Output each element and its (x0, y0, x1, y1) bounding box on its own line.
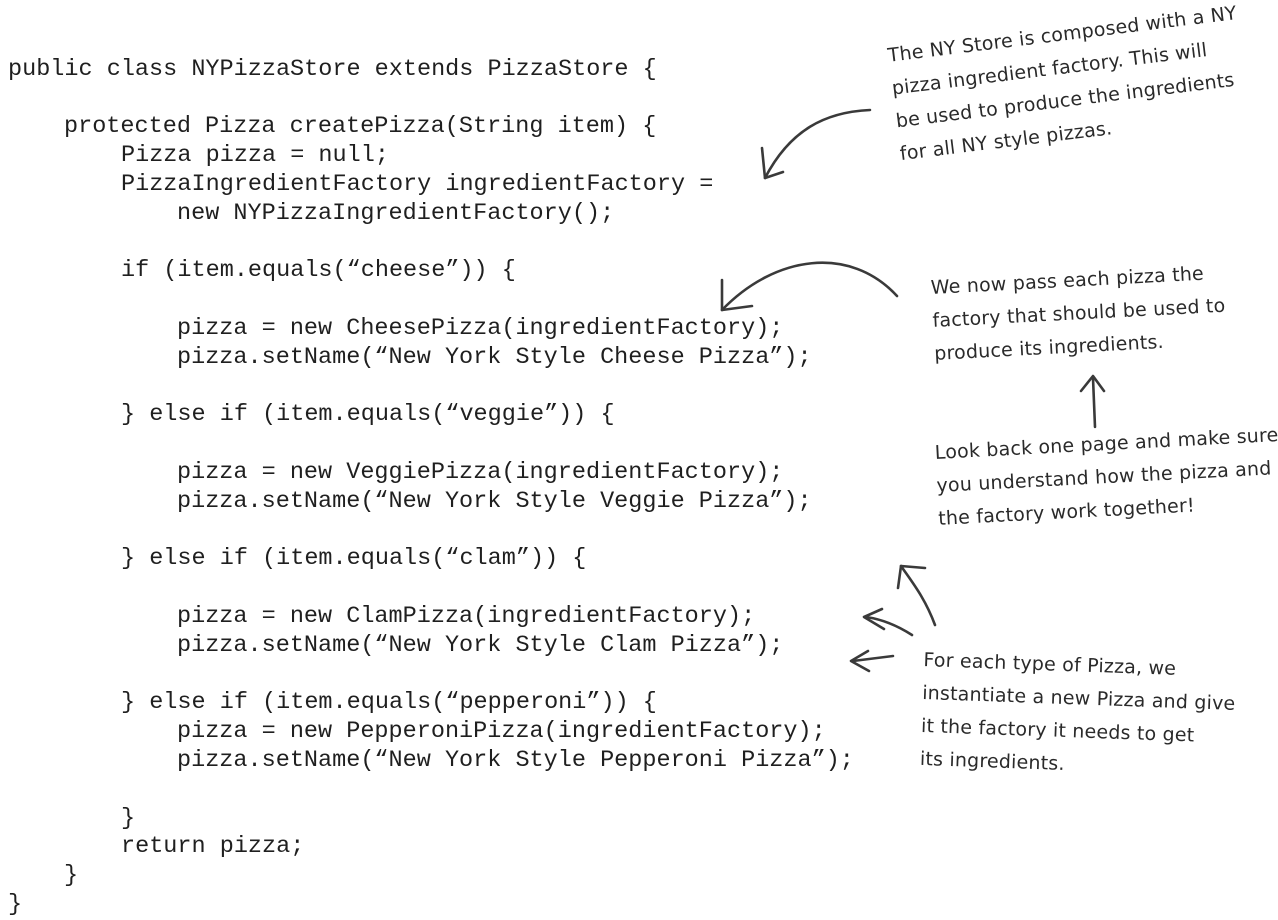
each-type-arrow-mid (864, 615, 914, 637)
pass-factory-note: We now pass each pizza the factory that … (930, 257, 1228, 371)
each-type-arrow-up-head (896, 564, 927, 590)
code-line: new NYPizzaIngredientFactory(); (177, 200, 615, 227)
code-line: pizza.setName(“New York Style Cheese Piz… (177, 344, 812, 371)
code-line: pizza.setName(“New York Style Pepperoni … (177, 747, 854, 774)
code-line: } (64, 862, 79, 889)
code-line: pizza = new CheesePizza(ingredientFactor… (177, 315, 784, 342)
look-back-arrowhead (1079, 374, 1106, 393)
look-back-note: Look back one page and make sure you und… (934, 419, 1278, 536)
code-line: pizza = new PepperoniPizza(ingredientFac… (177, 718, 826, 745)
code-line: } (8, 891, 23, 918)
code-line: } (121, 805, 136, 832)
code-line: pizza = new ClamPizza(ingredientFactory)… (177, 603, 756, 630)
each-type-note: For each type of Pizza, we instantiate a… (919, 644, 1237, 787)
composition-note: The NY Store is composed with a NY pizza… (886, 0, 1251, 171)
code-line: public class NYPizzaStore extends PizzaS… (8, 56, 657, 83)
code-line: protected Pizza createPizza(String item)… (64, 113, 657, 140)
code-line: pizza.setName(“New York Style Veggie Piz… (177, 488, 812, 515)
code-line: } else if (item.equals(“veggie”)) { (121, 401, 615, 428)
pass-factory-arrow (720, 261, 899, 312)
code-line: return pizza; (121, 833, 305, 860)
code-line: } else if (item.equals(“pepperoni”)) { (121, 689, 657, 716)
look-back-arrow (1091, 376, 1097, 429)
composition-arrow (763, 108, 872, 180)
pass-factory-arrowhead (720, 278, 754, 312)
code-line: pizza = new VeggiePizza(ingredientFactor… (177, 459, 784, 486)
code-line: PizzaIngredientFactory ingredientFactory… (121, 171, 714, 198)
each-type-arrow-up (899, 564, 937, 627)
each-type-arrow-left-head (849, 649, 871, 673)
each-type-arrow-mid-head (862, 607, 886, 631)
code-line: if (item.equals(“cheese”)) { (121, 257, 516, 284)
code-line: Pizza pizza = null; (121, 142, 389, 169)
code-line: pizza.setName(“New York Style Clam Pizza… (177, 632, 784, 659)
code-line: } else if (item.equals(“clam”)) { (121, 545, 587, 572)
each-type-arrow-left (851, 654, 895, 663)
composition-arrowhead (760, 146, 785, 180)
